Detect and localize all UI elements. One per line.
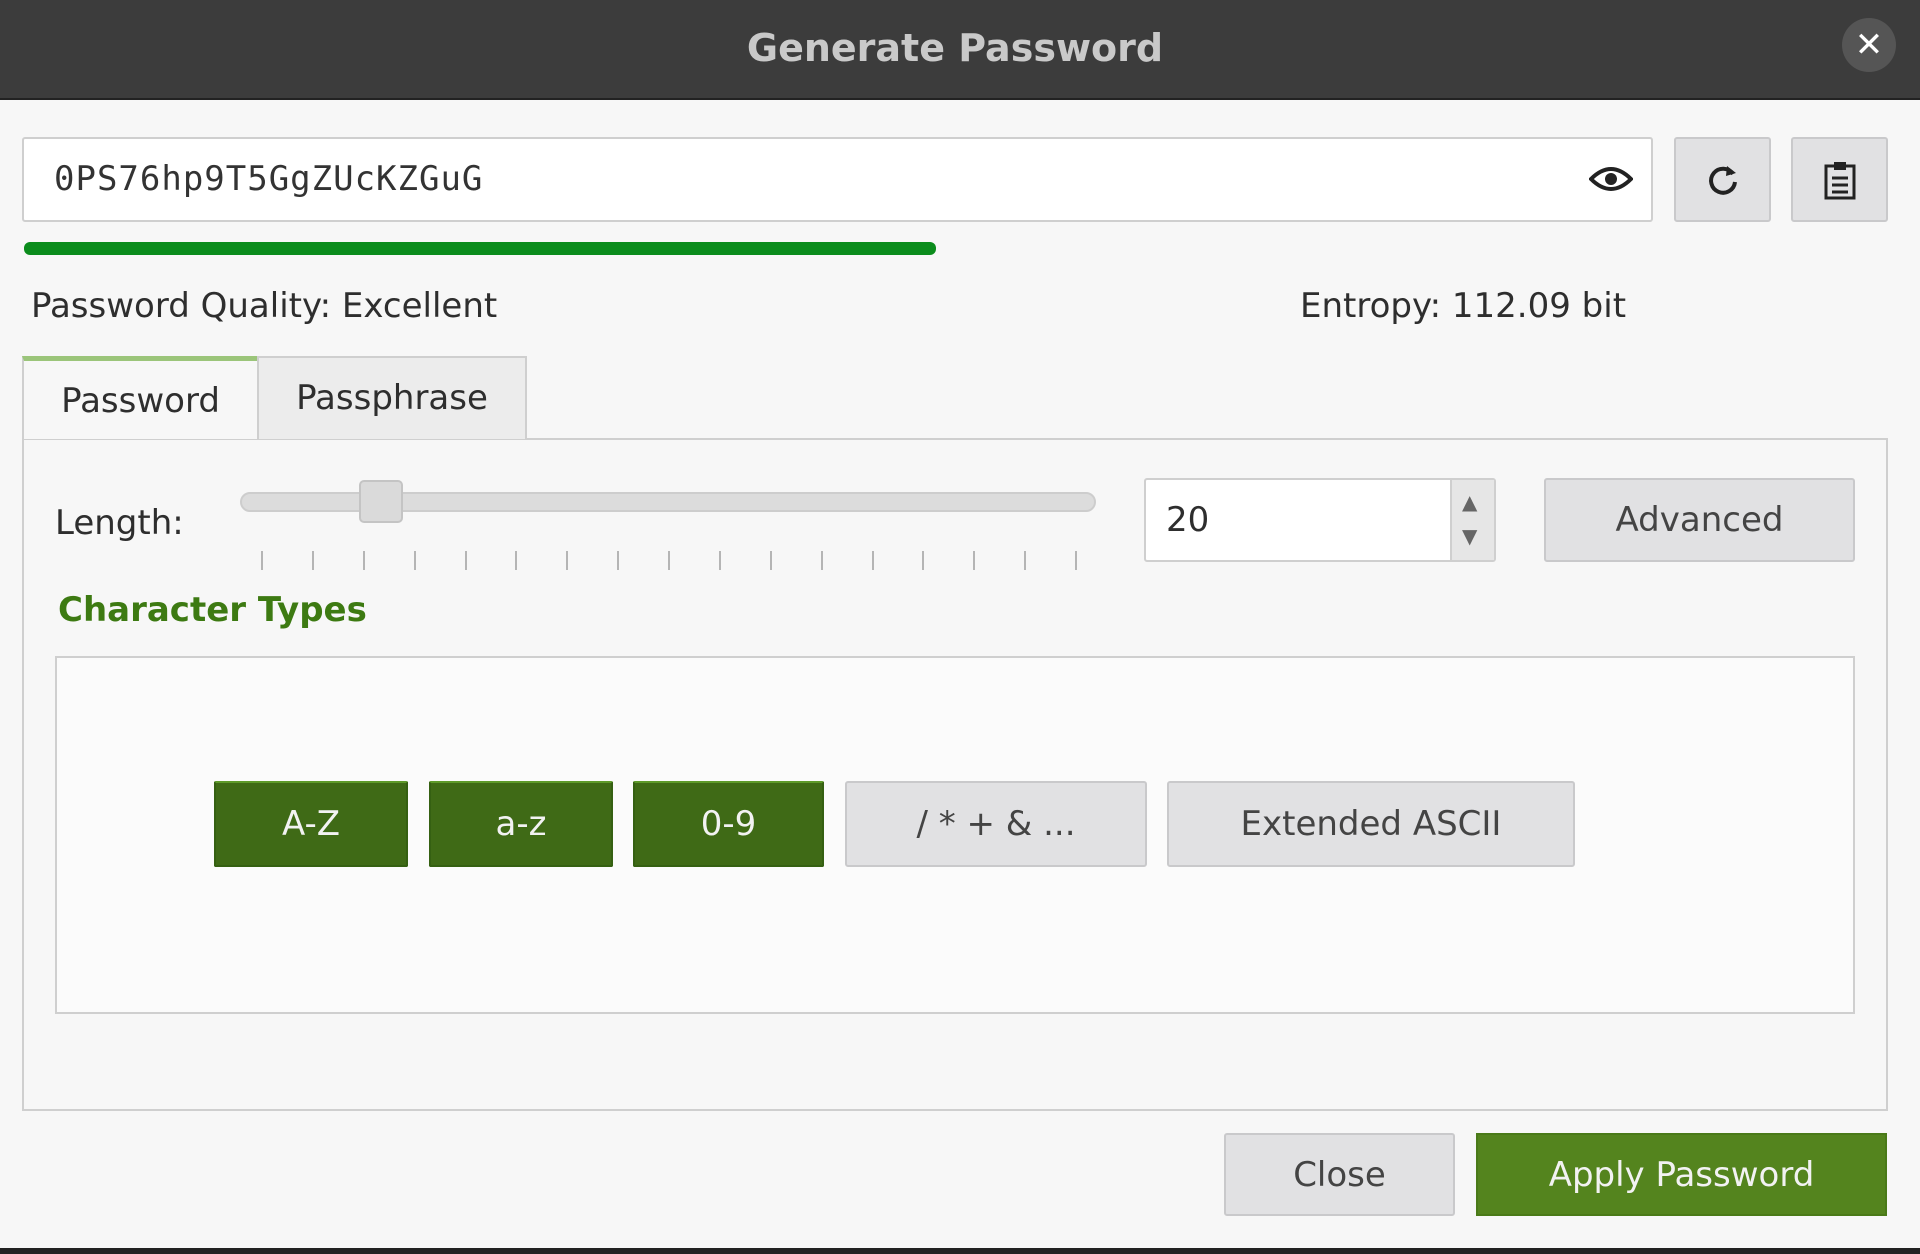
slider-tick <box>515 551 518 570</box>
slider-tick <box>820 551 823 570</box>
spin-down-icon[interactable]: ▼ <box>1462 524 1477 548</box>
password-field[interactable]: 0PS76hp9T5GgZUcKZGuG <box>22 137 1653 222</box>
password-quality-label: Password Quality: Excellent <box>31 286 498 326</box>
eye-icon[interactable] <box>1589 159 1633 199</box>
slider-tick <box>1024 551 1027 570</box>
apply-password-button[interactable]: Apply Password <box>1476 1133 1887 1216</box>
slider-tick <box>617 551 620 570</box>
slider-tick <box>1075 551 1077 570</box>
slider-tick <box>464 551 467 570</box>
spin-up-icon[interactable]: ▲ <box>1462 490 1477 514</box>
tab-passphrase[interactable]: Passphrase <box>257 356 527 439</box>
length-value[interactable]: 20 <box>1166 500 1209 540</box>
close-icon: ✕ <box>1854 25 1884 65</box>
regenerate-button[interactable] <box>1674 137 1771 222</box>
slider-tick <box>668 551 670 570</box>
clipboard-icon <box>1824 161 1855 199</box>
slider-tick <box>311 551 314 570</box>
close-button[interactable]: Close <box>1224 1133 1455 1216</box>
slider-tick <box>718 551 721 570</box>
length-slider-handle[interactable] <box>359 480 403 523</box>
slider-tick <box>362 551 365 570</box>
toggle-lowercase[interactable]: a-z <box>429 781 613 867</box>
slider-tick <box>566 551 569 570</box>
slider-tick <box>871 551 874 570</box>
password-strength-bar <box>24 242 1653 255</box>
tab-password[interactable]: Password <box>22 356 257 439</box>
window-title: Generate Password <box>746 26 1164 70</box>
copy-password-button[interactable] <box>1791 137 1888 222</box>
toggle-extended-ascii[interactable]: Extended ASCII <box>1167 781 1575 867</box>
password-strength-fill <box>24 242 937 255</box>
refresh-icon <box>1708 165 1737 195</box>
password-value[interactable]: 0PS76hp9T5GgZUcKZGuG <box>54 139 483 220</box>
window-close-button[interactable]: ✕ <box>1842 18 1896 72</box>
toggle-numbers[interactable]: 0-9 <box>633 781 824 867</box>
slider-tick <box>922 551 925 570</box>
entropy-label: Entropy: 112.09 bit <box>1300 286 1627 326</box>
length-spinbox[interactable]: 20 ▲ ▼ <box>1144 478 1496 562</box>
slider-tick <box>413 551 416 570</box>
toggle-special-characters[interactable]: / * + & ... <box>845 781 1147 867</box>
length-label: Length: <box>55 503 184 543</box>
slider-tick <box>973 551 976 570</box>
slider-tick <box>769 551 772 570</box>
slider-tick <box>261 551 263 570</box>
window-border <box>0 1248 1920 1254</box>
character-types-title: Character Types <box>58 590 367 630</box>
advanced-button[interactable]: Advanced <box>1544 478 1855 562</box>
spin-buttons: ▲ ▼ <box>1450 480 1494 560</box>
toggle-uppercase[interactable]: A-Z <box>214 781 408 867</box>
